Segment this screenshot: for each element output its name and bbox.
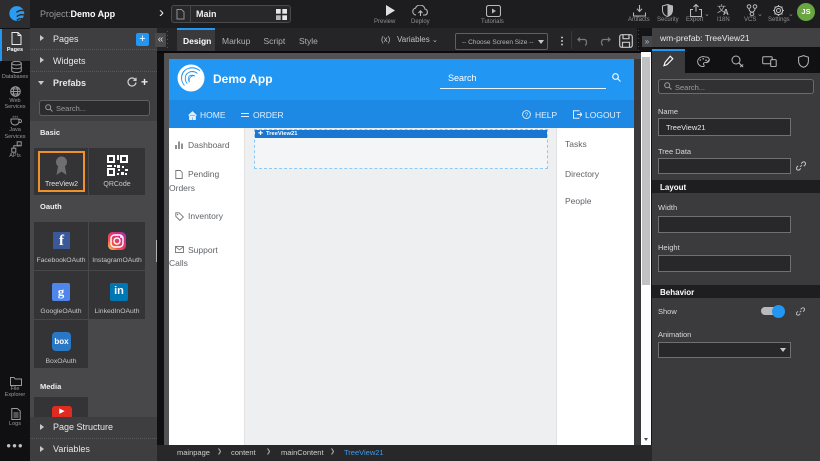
svg-text:?: ?: [525, 112, 529, 119]
svg-text:A: A: [723, 8, 729, 16]
